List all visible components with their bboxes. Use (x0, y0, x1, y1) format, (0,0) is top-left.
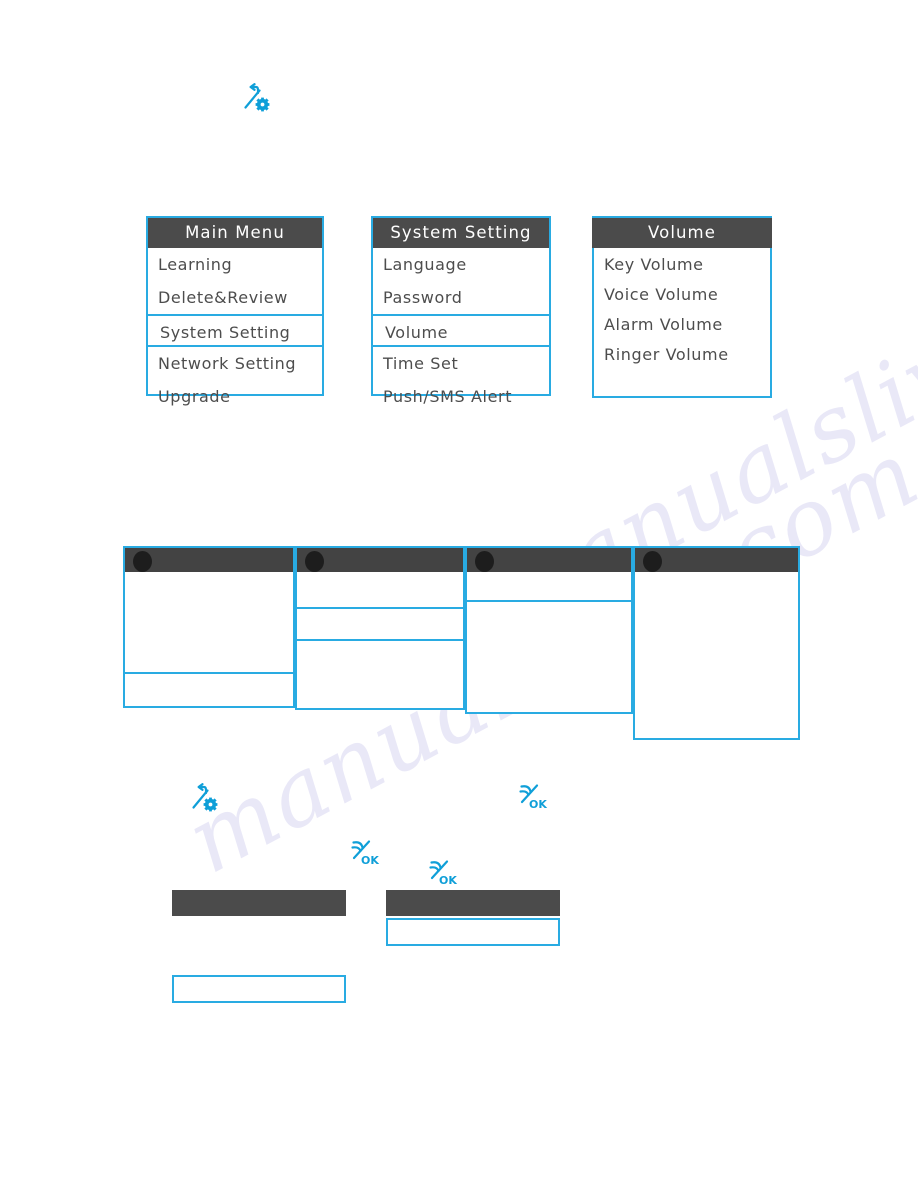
menu-item-password[interactable]: Password (373, 281, 549, 314)
panel-1-body (123, 572, 295, 708)
menu-item-system-setting[interactable]: System Setting (146, 314, 324, 347)
panel-4-indicator-dot (643, 551, 662, 572)
panel-2-segment-1 (297, 572, 463, 607)
panel-1-indicator-dot (133, 551, 152, 572)
ok-confirm-icon: OK (428, 858, 458, 888)
bottom-bar-dark-2 (386, 890, 560, 916)
menu-item-delete-review[interactable]: Delete&Review (148, 281, 322, 314)
ok-icon-label: OK (361, 854, 379, 867)
bottom-bar-outline-2 (386, 918, 560, 946)
blank-screen-panel-4 (633, 546, 800, 740)
screen-main-menu: Main Menu Learning Delete&Review System … (146, 216, 324, 406)
panel-3-segment-1 (467, 572, 631, 600)
menu-item-volume[interactable]: Volume (371, 314, 551, 347)
bottom-bar-dark-1 (172, 890, 346, 916)
panel-2-segment-2 (297, 609, 463, 639)
blank-screen-panel-3 (465, 546, 633, 714)
screen-system-setting-title: System Setting (371, 216, 551, 248)
ok-icon-label: OK (439, 874, 457, 887)
menu-item-time-set[interactable]: Time Set (373, 347, 549, 380)
screen-system-setting: System Setting Language Password Volume … (371, 216, 551, 406)
ok-icon-label: OK (529, 798, 547, 811)
panel-2-body (295, 572, 465, 710)
screen-main-menu-list: Learning Delete&Review System Setting Ne… (146, 248, 324, 406)
screen-system-setting-list: Language Password Volume Time Set Push/S… (371, 248, 551, 406)
blank-screen-panel-2 (295, 546, 465, 710)
manual-page: manualslive.com manualslive.com (0, 0, 918, 1188)
menu-item-push-sms-alert[interactable]: Push/SMS Alert (373, 380, 549, 413)
panel-3-indicator-dot (475, 551, 494, 572)
panel-3-body (465, 572, 633, 714)
menu-item-ringer-volume[interactable]: Ringer Volume (594, 340, 770, 370)
ok-confirm-icon: OK (518, 782, 548, 812)
menu-item-upgrade[interactable]: Upgrade (148, 380, 322, 413)
setup-gear-arrow-icon (240, 82, 274, 114)
screen-main-menu-title: Main Menu (146, 216, 324, 248)
panel-3-header (465, 546, 633, 572)
setup-gear-arrow-icon (188, 782, 222, 814)
screen-volume-list: Key Volume Voice Volume Alarm Volume Rin… (592, 248, 772, 398)
menu-item-learning[interactable]: Learning (148, 248, 322, 281)
screen-volume-title: Volume (592, 216, 772, 248)
bottom-bar-outline-1 (172, 975, 346, 1003)
ok-confirm-icon: OK (350, 838, 380, 868)
panel-4-body (633, 572, 800, 740)
screen-volume: Volume Key Volume Voice Volume Alarm Vol… (592, 216, 772, 398)
panel-4-header (633, 546, 800, 572)
panel-4-segment-1 (635, 572, 798, 738)
panel-1-segment-1 (125, 572, 293, 672)
panel-1-header (123, 546, 295, 572)
panel-2-indicator-dot (305, 551, 324, 572)
menu-item-alarm-volume[interactable]: Alarm Volume (594, 310, 770, 340)
menu-item-language[interactable]: Language (373, 248, 549, 281)
panel-2-segment-3 (297, 641, 463, 708)
panel-1-segment-2 (125, 674, 293, 706)
menu-item-voice-volume[interactable]: Voice Volume (594, 280, 770, 310)
panel-3-segment-2 (467, 602, 631, 712)
blank-screen-panel-1 (123, 546, 295, 708)
panel-2-header (295, 546, 465, 572)
menu-item-key-volume[interactable]: Key Volume (594, 250, 770, 280)
menu-item-network-setting[interactable]: Network Setting (148, 347, 322, 380)
